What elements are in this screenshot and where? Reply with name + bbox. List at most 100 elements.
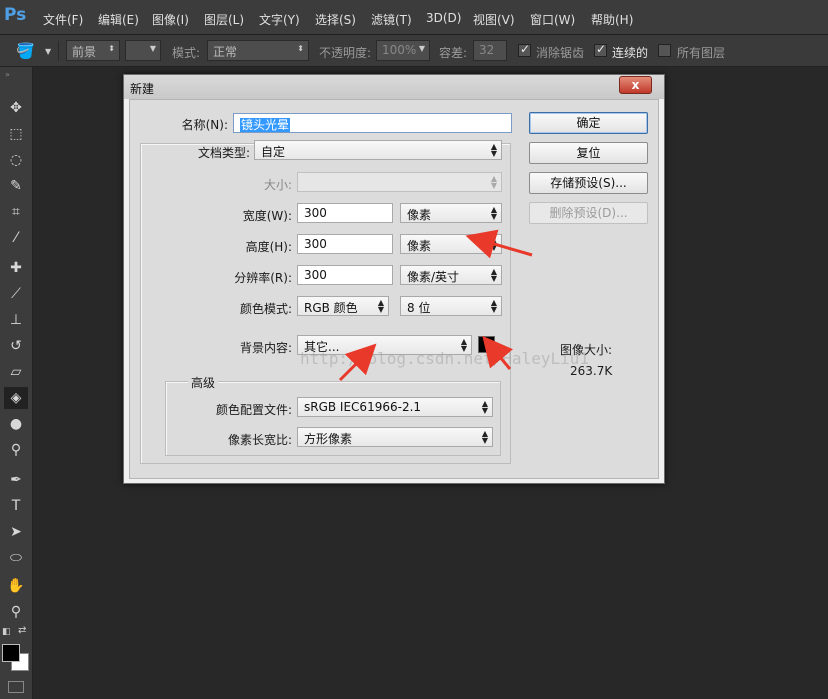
color-profile-value: sRGB IEC61966-2.1 (304, 400, 422, 414)
updown-icon: ▲ ▼ (490, 298, 497, 314)
photoshop-logo: Ps (4, 5, 27, 25)
contiguous-label: 连续的 (612, 46, 649, 60)
panel-collapse-icon[interactable]: » (5, 70, 10, 79)
background-contents-label: 背景内容: (239, 341, 292, 355)
move-tool-icon[interactable]: ✥ (4, 97, 28, 119)
opacity-label: 不透明度: (319, 46, 372, 60)
tolerance-value: 32 (479, 43, 495, 57)
antialias-checkbox[interactable] (518, 42, 531, 57)
history-brush-tool-icon[interactable]: ↺ (4, 335, 28, 357)
default-colors-icon[interactable]: ◧ (2, 627, 11, 637)
eyedropper-tool-icon[interactable]: ⁄ (4, 227, 28, 249)
reset-button[interactable]: 复位 (529, 142, 648, 164)
menu-image[interactable]: 图像(I) (152, 11, 189, 28)
quick-mask-icon[interactable] (8, 681, 24, 693)
pixel-aspect-select[interactable]: 方形像素 ▲ ▼ (297, 427, 493, 447)
menu-select[interactable]: 选择(S) (315, 11, 356, 28)
menu-layer[interactable]: 图层(L) (204, 11, 244, 28)
updown-icon: ▲ ▼ (481, 429, 488, 445)
ellipse-tool-icon[interactable]: ⬭ (4, 547, 28, 569)
pattern-picker[interactable]: ▼ (125, 40, 161, 61)
size-label: 大小: (263, 178, 292, 192)
name-value: 镜头光晕 (240, 118, 291, 132)
menu-bar: Ps 文件(F) 编辑(E) 图像(I) 图层(L) 文字(Y) 选择(S) 滤… (0, 0, 828, 35)
lasso-tool-icon[interactable]: ◌ (4, 149, 28, 171)
menu-edit[interactable]: 编辑(E) (98, 11, 139, 28)
color-mode-select[interactable]: RGB 颜色 ▲ ▼ (297, 296, 389, 316)
menu-window[interactable]: 窗口(W) (530, 11, 575, 28)
options-bar: 🪣 ▼ 前景 ⬍ ▼ 模式: 正常 ⬍ 不透明度: 100% ▼ 容差: 32 … (0, 35, 828, 67)
zoom-tool-icon[interactable]: ⚲ (4, 601, 28, 623)
width-input[interactable]: 300 (297, 203, 393, 223)
paint-bucket-tool-preset-icon[interactable]: 🪣 (16, 42, 35, 60)
bit-depth-value: 8 位 (407, 301, 431, 315)
menu-help[interactable]: 帮助(H) (591, 11, 633, 28)
size-select: ▲ ▼ (297, 172, 502, 192)
hand-tool-icon[interactable]: ✋ (4, 575, 28, 597)
menu-type[interactable]: 文字(Y) (259, 11, 300, 28)
fill-source-value: 前景 (72, 45, 97, 59)
marquee-tool-icon[interactable]: ⬚ (4, 123, 28, 145)
brush-tool-icon[interactable]: ⟋ (4, 283, 28, 305)
eraser-tool-icon[interactable]: ▱ (4, 361, 28, 383)
chevron-down-icon: ▼ (149, 44, 156, 53)
mode-value: 正常 (213, 45, 238, 59)
menu-filter[interactable]: 滤镜(T) (371, 11, 412, 28)
height-label: 高度(H): (245, 240, 292, 254)
quick-selection-tool-icon[interactable]: ✎ (4, 175, 28, 197)
antialias-label: 消除锯齿 (536, 46, 585, 60)
foreground-color-swatch[interactable] (2, 644, 20, 662)
save-preset-button[interactable]: 存储预设(S)... (529, 172, 648, 194)
mode-select[interactable]: 正常 ⬍ (207, 40, 309, 61)
updown-icon: ▲ ▼ (490, 142, 497, 158)
width-unit-select[interactable]: 像素 ▲ ▼ (400, 203, 502, 223)
all-layers-checkbox[interactable] (658, 44, 671, 57)
resolution-value: 300 (304, 268, 327, 282)
color-profile-label: 颜色配置文件: (215, 403, 292, 417)
updown-icon: ▲ ▼ (490, 205, 497, 221)
paint-bucket-tool-icon[interactable]: ◈ (4, 387, 28, 409)
clone-stamp-tool-icon[interactable]: ⊥ (4, 309, 28, 331)
color-profile-select[interactable]: sRGB IEC61966-2.1 ▲ ▼ (297, 397, 493, 417)
opacity-field[interactable]: 100% ▼ (376, 40, 430, 61)
resolution-label: 分辨率(R): (234, 271, 292, 285)
pixel-aspect-label: 像素长宽比: (227, 433, 292, 447)
ok-button[interactable]: 确定 (529, 112, 648, 134)
tolerance-label: 容差: (439, 46, 468, 60)
resolution-unit-value: 像素/英寸 (407, 270, 460, 284)
width-label: 宽度(W): (242, 209, 292, 223)
bit-depth-select[interactable]: 8 位 ▲ ▼ (400, 296, 502, 316)
blur-tool-icon[interactable]: ● (4, 413, 28, 435)
delete-preset-button: 删除预设(D)... (529, 202, 648, 224)
type-tool-icon[interactable]: T (4, 495, 28, 517)
width-unit-value: 像素 (407, 208, 432, 222)
contiguous-checkbox[interactable] (594, 42, 607, 57)
resolution-input[interactable]: 300 (297, 265, 393, 285)
pen-tool-icon[interactable]: ✒ (4, 469, 28, 491)
resolution-unit-select[interactable]: 像素/英寸 ▲ ▼ (400, 265, 502, 285)
swap-colors-icon[interactable]: ⇄ (18, 625, 26, 636)
path-selection-tool-icon[interactable]: ➤ (4, 521, 28, 543)
height-value: 300 (304, 237, 327, 251)
all-layers-label: 所有图层 (677, 46, 726, 60)
healing-brush-tool-icon[interactable]: ✚ (4, 257, 28, 279)
height-unit-select[interactable]: 像素 ▲ ▼ (400, 234, 502, 254)
divider (58, 41, 59, 61)
document-type-select[interactable]: 自定 ▲ ▼ (254, 140, 502, 160)
menu-3d[interactable]: 3D(D) (426, 11, 461, 25)
color-mode-value: RGB 颜色 (304, 301, 358, 315)
close-button[interactable]: x (619, 76, 652, 94)
menu-file[interactable]: 文件(F) (43, 11, 83, 28)
crop-tool-icon[interactable]: ⌗ (4, 201, 28, 223)
height-input[interactable]: 300 (297, 234, 393, 254)
fill-source-select[interactable]: 前景 ⬍ (66, 40, 120, 61)
tool-preset-dropdown-icon[interactable]: ▼ (45, 47, 51, 56)
tolerance-field[interactable]: 32 (473, 40, 507, 61)
name-input[interactable]: 镜头光晕 (233, 113, 512, 133)
mode-label: 模式: (172, 46, 201, 60)
dialog-titlebar[interactable]: 新建 x (124, 75, 664, 99)
dodge-tool-icon[interactable]: ⚲ (4, 439, 28, 461)
updown-icon: ⬍ (297, 44, 304, 53)
document-type-value: 自定 (261, 145, 286, 159)
menu-view[interactable]: 视图(V) (473, 11, 515, 28)
